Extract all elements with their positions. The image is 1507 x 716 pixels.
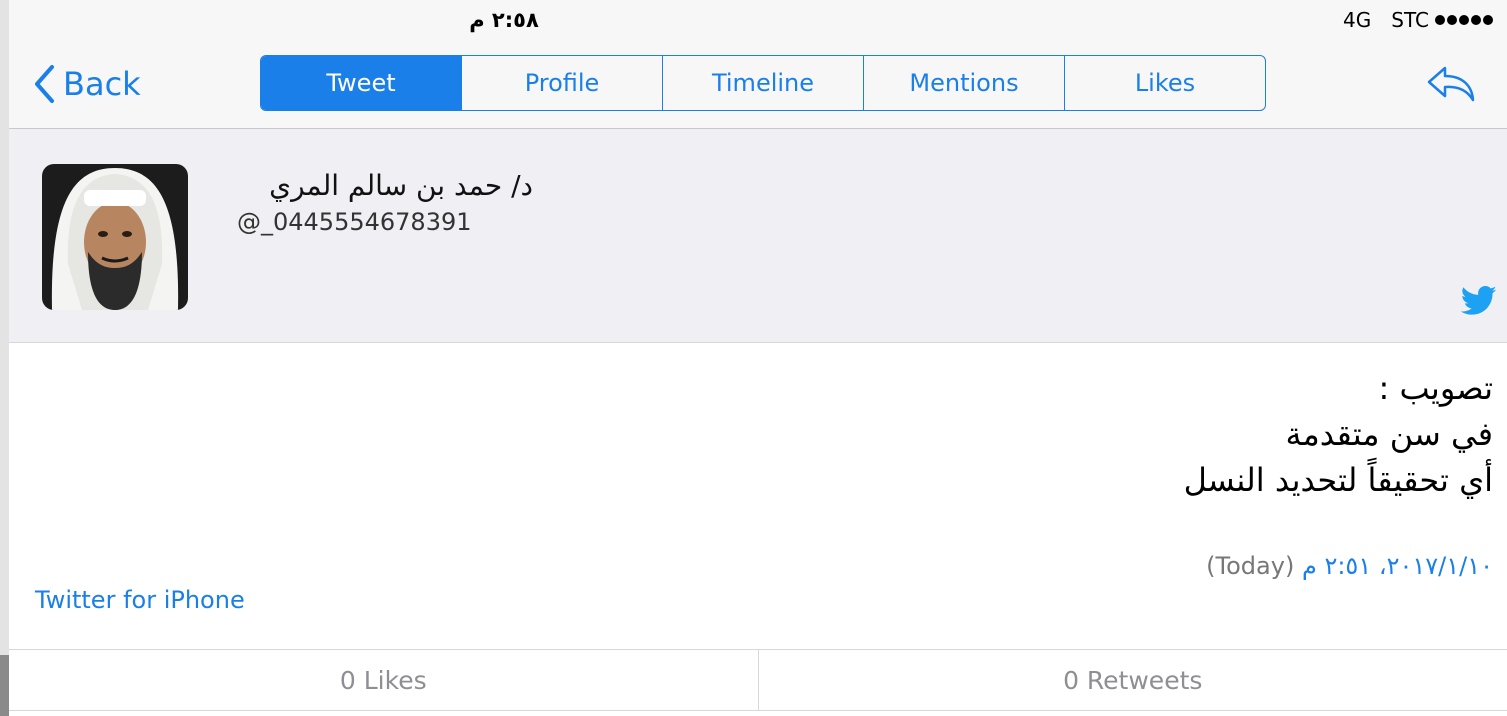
author-handle: @_0445554678391 [237, 208, 472, 236]
tweet-stats-bar: 0 Likes 0 Retweets [9, 649, 1507, 711]
tweet-text: تصويب : في سن متقدمة أي تحقيقاً لتحديد ا… [1184, 365, 1493, 503]
tab-likes[interactable]: Likes [1064, 56, 1265, 110]
tweet-relative-date: (Today) [1206, 552, 1295, 580]
signal-dot [1435, 15, 1445, 25]
split-view-handle[interactable] [0, 655, 9, 716]
signal-dot [1447, 15, 1457, 25]
tweet-line: أي تحقيقاً لتحديد النسل [1183, 461, 1493, 499]
tweet-line: تصويب : [1378, 369, 1493, 407]
navigation-bar: Back Tweet Profile Timeline Mentions Lik… [9, 40, 1507, 129]
tweet-source-link[interactable]: Twitter for iPhone [35, 586, 245, 614]
status-bar: ٢:٥٨ م 4G STC [9, 0, 1507, 40]
back-label: Back [63, 65, 141, 103]
tweet-line: في سن متقدمة [1285, 415, 1493, 453]
tab-tweet[interactable]: Tweet [261, 56, 461, 110]
tab-timeline[interactable]: Timeline [662, 56, 863, 110]
network-type: 4G [1343, 8, 1372, 32]
likes-count-button[interactable]: 0 Likes [9, 650, 758, 710]
tab-mentions[interactable]: Mentions [863, 56, 1064, 110]
signal-strength-icon [1435, 15, 1493, 25]
retweets-count-button[interactable]: 0 Retweets [757, 650, 1507, 710]
back-button[interactable]: Back [33, 62, 141, 106]
signal-dot [1471, 15, 1481, 25]
tab-profile[interactable]: Profile [461, 56, 662, 110]
twitter-bird-icon [1461, 286, 1497, 315]
tab-segmented-control: Tweet Profile Timeline Mentions Likes [260, 55, 1266, 111]
chevron-left-icon [35, 65, 54, 103]
carrier-name: STC [1391, 8, 1429, 32]
status-indicators: 4G STC [1343, 8, 1493, 32]
signal-dot [1459, 15, 1469, 25]
status-time: ٢:٥٨ م [469, 8, 539, 32]
tweet-author-header: د/ حمد بن سالم المري @_0445554678391 [9, 129, 1507, 343]
profile-photo-icon [42, 164, 188, 310]
author-name: د/ حمد بن سالم المري [269, 169, 533, 202]
avatar[interactable] [42, 164, 188, 310]
left-edge-rail [0, 0, 9, 716]
tweet-timestamp: ٢٠١٧/١/١٠، ٢:٥١ م (Today) [1206, 552, 1493, 580]
tweet-date[interactable]: ٢٠١٧/١/١٠، ٢:٥١ م [1302, 552, 1493, 580]
reply-arrow-icon[interactable] [1425, 62, 1477, 106]
signal-dot [1483, 15, 1493, 25]
